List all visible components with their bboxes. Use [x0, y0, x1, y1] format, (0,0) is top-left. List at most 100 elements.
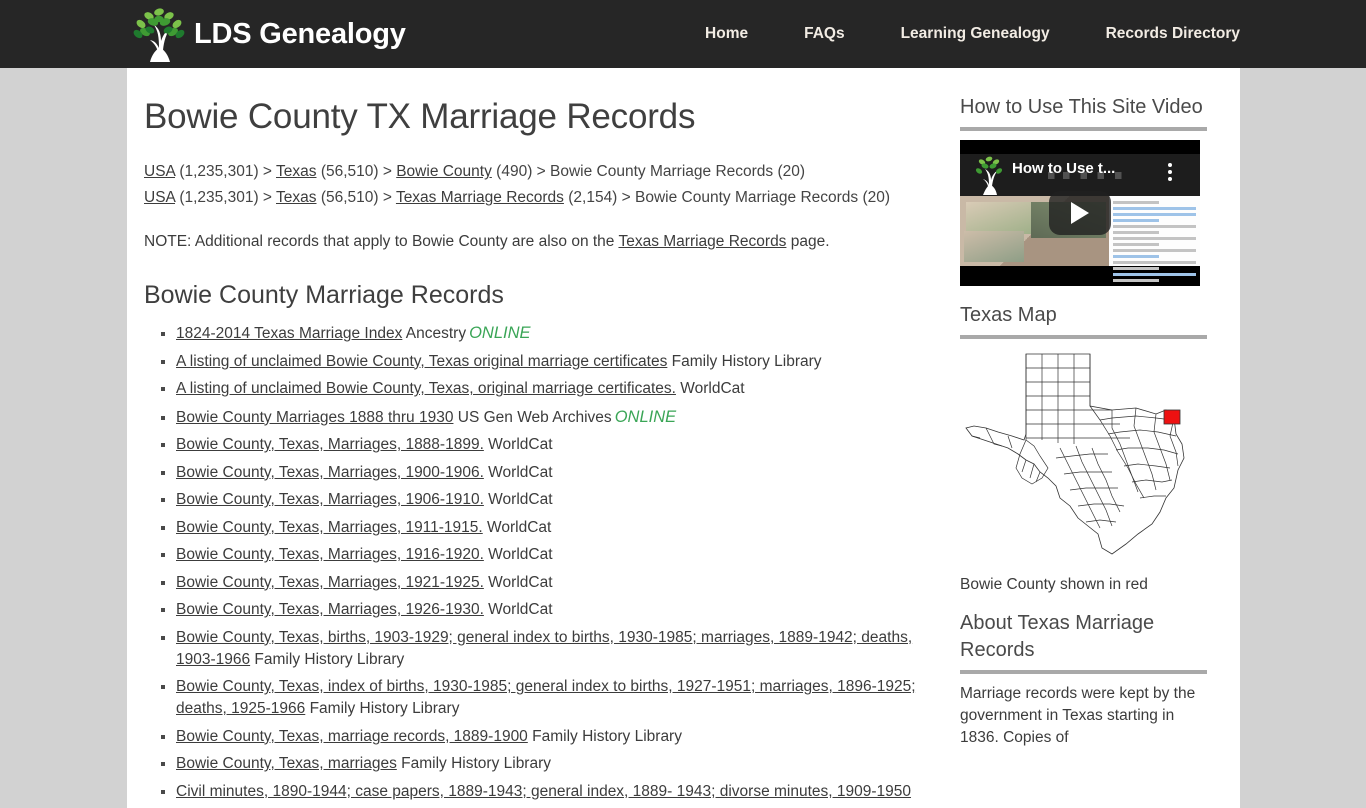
record-link[interactable]: Bowie County Marriages 1888 thru 1930 — [176, 409, 453, 426]
breadcrumb-count-bowie-county: (490) — [496, 163, 533, 181]
record-list-item: Bowie County, Texas, Marriages, 1911-191… — [176, 517, 952, 539]
breadcrumb-current-count: (20) — [777, 163, 806, 181]
record-source: Family History Library — [396, 755, 552, 773]
note-prefix: NOTE: Additional records that apply to B… — [144, 233, 619, 251]
record-source: WorldCat — [483, 491, 553, 509]
record-list-item: Bowie County, Texas, Marriages, 1900-190… — [176, 462, 952, 484]
page-title: Bowie County TX Marriage Records — [144, 97, 696, 136]
record-source: WorldCat — [483, 546, 553, 564]
record-link[interactable]: Bowie County, Texas, Marriages, 1906-191… — [176, 491, 484, 508]
record-source: WorldCat — [675, 380, 745, 398]
record-list-item: Bowie County, Texas, index of births, 19… — [176, 676, 952, 720]
record-list-item: Civil minutes, 1890-1944; case papers, 1… — [176, 781, 952, 803]
breadcrumb-count-texas: (56,510) — [320, 163, 379, 181]
record-link[interactable]: Bowie County, Texas, Marriages, 1900-190… — [176, 464, 484, 481]
breadcrumb-alt-count-texas: (56,510) — [320, 189, 379, 207]
record-link[interactable]: Bowie County, Texas, Marriages, 1911-191… — [176, 519, 483, 536]
content-container: Bowie County TX Marriage Records USA (1,… — [127, 68, 1240, 808]
main-content: Bowie County TX Marriage Records USA (1,… — [127, 68, 952, 808]
record-source: Family History Library — [250, 650, 405, 668]
widget-title-about: About Texas Marriage Records — [960, 612, 1155, 661]
record-source: US Gen Web Archives — [453, 408, 612, 426]
record-link[interactable]: Bowie County, Texas, marriages — [176, 755, 397, 772]
breadcrumb-count-usa: (1,235,301) — [179, 163, 259, 181]
play-button-icon[interactable] — [1049, 191, 1111, 235]
widget-about-texas-marriage-records: About Texas Marriage Records Marriage re… — [960, 610, 1207, 749]
record-source: WorldCat — [483, 573, 553, 591]
main-navigation: Home FAQs Learning Genealogy Records Dir… — [705, 25, 1240, 43]
widget-how-to-use-video: How to Use This Site Video How to Use t.… — [960, 94, 1207, 286]
breadcrumb-alt-link-texas[interactable]: Texas — [276, 189, 317, 206]
divider — [960, 335, 1207, 339]
record-list-item: Bowie County, Texas, Marriages, 1906-191… — [176, 489, 952, 511]
nav-item-learning-genealogy[interactable]: Learning Genealogy — [901, 25, 1050, 43]
video-thumbnail-tree-icon — [972, 154, 1006, 196]
video-title: How to Use t... — [1012, 160, 1116, 177]
family-tree-icon — [128, 5, 190, 63]
record-link[interactable]: Bowie County, Texas, index of births, 19… — [176, 678, 916, 717]
site-logo-text: LDS Genealogy — [194, 17, 406, 50]
site-header: LDS Genealogy Home FAQs Learning Genealo… — [0, 0, 1366, 68]
note-suffix: page. — [786, 233, 830, 251]
map-caption: Bowie County shown in red — [960, 576, 1148, 593]
divider — [960, 127, 1207, 131]
record-list-item: 1824-2014 Texas Marriage Index AncestryO… — [176, 322, 952, 345]
breadcrumb-link-bowie-county[interactable]: Bowie County — [396, 163, 492, 180]
record-list-item: Bowie County, Texas, Marriages, 1926-193… — [176, 599, 952, 621]
video-thumbnail-text-panel — [1108, 196, 1200, 282]
record-list-item: Bowie County, Texas, Marriages, 1888-189… — [176, 434, 952, 456]
widget-texas-map: Texas Map Bowie County shown in red — [960, 302, 1207, 594]
record-list-item: Bowie County, Texas, Marriages, 1916-192… — [176, 544, 952, 566]
record-source: WorldCat — [482, 518, 552, 536]
record-source: WorldCat — [483, 436, 553, 454]
breadcrumb-alt-current: Bowie County Marriage Records — [635, 189, 859, 207]
record-link[interactable]: Bowie County, Texas, marriage records, 1… — [176, 728, 528, 745]
record-list-item: A listing of unclaimed Bowie County, Tex… — [176, 378, 952, 400]
kebab-menu-icon[interactable] — [1168, 163, 1172, 181]
record-link[interactable]: Bowie County, Texas, Marriages, 1926-193… — [176, 601, 484, 618]
breadcrumb-alt-count-usa: (1,235,301) — [179, 189, 259, 207]
breadcrumb-current: Bowie County Marriage Records — [550, 163, 774, 181]
breadcrumb-row: USA (1,235,301) > Texas (56,510) > Bowie… — [144, 163, 806, 181]
widget-title-video: How to Use This Site Video — [960, 96, 1203, 118]
record-source: Family History Library — [667, 352, 822, 370]
bowie-county-highlight — [1163, 409, 1181, 425]
record-link[interactable]: Civil minutes, 1890-1944; case papers, 1… — [176, 783, 911, 800]
breadcrumb-row-alt: USA (1,235,301) > Texas (56,510) > Texas… — [144, 189, 891, 207]
record-source: Ancestry — [402, 325, 467, 343]
breadcrumb-link-texas[interactable]: Texas — [276, 163, 317, 180]
nav-item-faqs[interactable]: FAQs — [804, 25, 844, 43]
record-link[interactable]: A listing of unclaimed Bowie County, Tex… — [176, 353, 667, 370]
record-link[interactable]: Bowie County, Texas, Marriages, 1921-192… — [176, 574, 484, 591]
widget-title-map: Texas Map — [960, 304, 1057, 326]
divider — [960, 670, 1207, 674]
video-thumbnail-photo-bottom — [1038, 233, 1106, 264]
nav-item-records-directory[interactable]: Records Directory — [1106, 25, 1240, 43]
nav-item-home[interactable]: Home — [705, 25, 748, 43]
online-badge: ONLINE — [614, 407, 677, 426]
record-source: WorldCat — [483, 601, 553, 619]
record-link[interactable]: 1824-2014 Texas Marriage Index — [176, 325, 402, 342]
note-text: NOTE: Additional records that apply to B… — [144, 233, 952, 251]
record-list: 1824-2014 Texas Marriage Index AncestryO… — [144, 322, 952, 803]
section-title: Bowie County Marriage Records — [144, 281, 504, 310]
online-badge: ONLINE — [469, 324, 531, 343]
about-text: Marriage records were kept by the govern… — [960, 685, 1196, 746]
site-logo-link[interactable]: LDS Genealogy — [128, 5, 406, 63]
breadcrumb-alt-link-usa[interactable]: USA — [144, 189, 175, 206]
record-list-item: Bowie County, Texas, marriages Family Hi… — [176, 753, 952, 775]
texas-county-map: Bowie County shown in red — [960, 348, 1200, 594]
record-link[interactable]: A listing of unclaimed Bowie County, Tex… — [176, 380, 676, 397]
sidebar: How to Use This Site Video How to Use t.… — [952, 68, 1240, 808]
breadcrumb-alt-link-texas-marriage-records[interactable]: Texas Marriage Records — [396, 189, 564, 206]
record-source: WorldCat — [483, 463, 553, 481]
record-list-item: Bowie County, Texas, births, 1903-1929; … — [176, 627, 952, 671]
record-list-item: Bowie County, Texas, Marriages, 1921-192… — [176, 572, 952, 594]
breadcrumb: USA (1,235,301) > Texas (56,510) > Bowie… — [144, 159, 952, 211]
record-link[interactable]: Bowie County, Texas, Marriages, 1888-189… — [176, 436, 484, 453]
record-list-item: A listing of unclaimed Bowie County, Tex… — [176, 351, 952, 373]
video-player[interactable]: How to Use t... — [960, 140, 1200, 286]
breadcrumb-link-usa[interactable]: USA — [144, 163, 175, 180]
note-link-texas-marriage-records[interactable]: Texas Marriage Records — [618, 233, 786, 250]
record-link[interactable]: Bowie County, Texas, Marriages, 1916-192… — [176, 546, 484, 563]
